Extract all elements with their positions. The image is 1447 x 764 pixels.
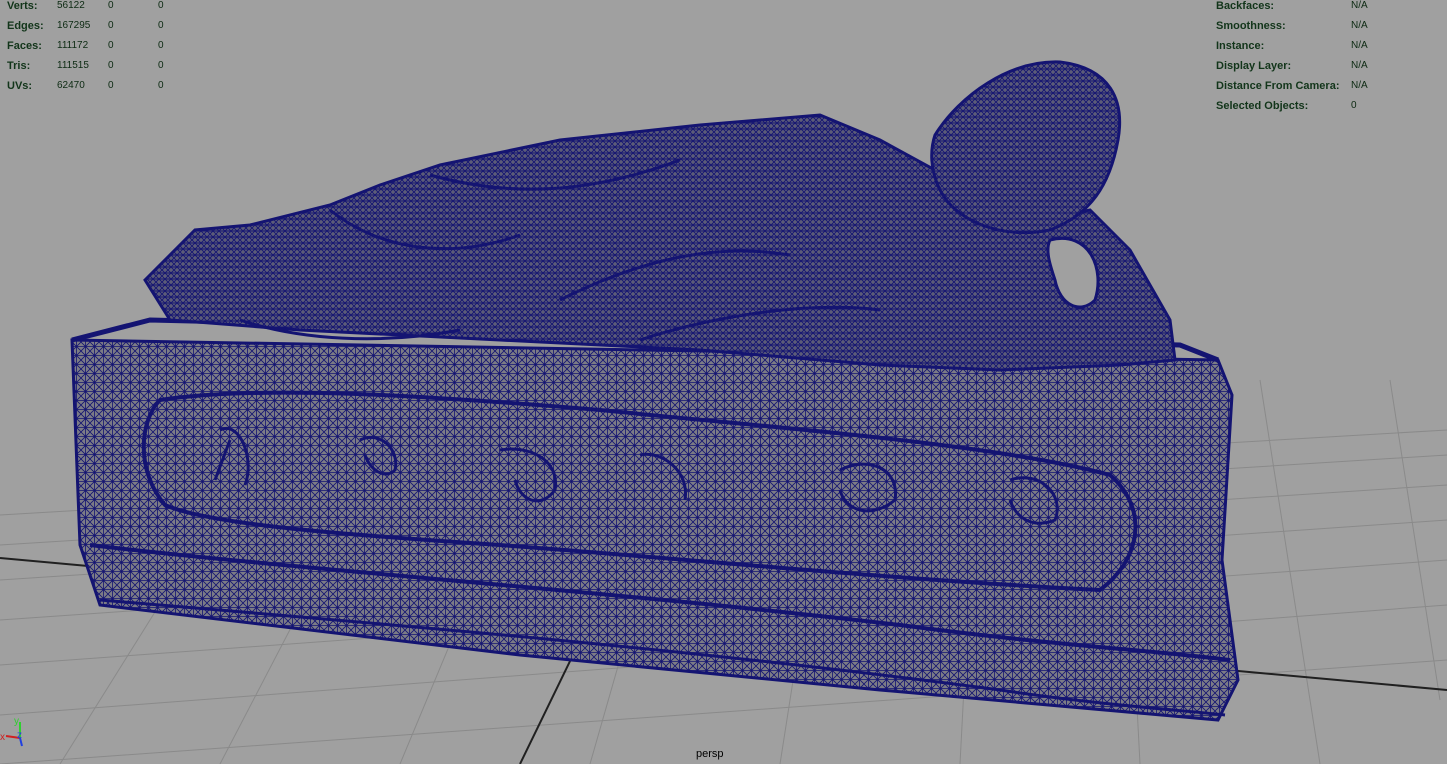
- hud-value: N/A: [1351, 60, 1368, 71]
- hud-label: UVs:: [7, 80, 33, 92]
- hud-value: 56122: [57, 0, 85, 11]
- hud-value: 0: [108, 20, 114, 31]
- persp-viewport[interactable]: Verts: 56122 0 0 Edges: 167295 0 0 Faces…: [0, 0, 1447, 764]
- hud-value: 167295: [57, 20, 91, 31]
- hud-value: 0: [108, 0, 114, 11]
- hud-label: Selected Objects:: [1216, 100, 1309, 112]
- hud-value: N/A: [1351, 40, 1368, 51]
- hud-value: 0: [158, 0, 164, 11]
- axis-z-label: z: [17, 730, 22, 741]
- hud-label: Display Layer:: [1216, 60, 1292, 72]
- hud-value: 111172: [57, 40, 89, 51]
- axis-x-label: x: [0, 732, 5, 743]
- hud-value: 0: [158, 60, 164, 71]
- axis-gizmo-icon: y x z: [0, 716, 23, 747]
- hud-value: N/A: [1351, 20, 1368, 31]
- hud-value: 0: [108, 40, 114, 51]
- hud-label: Verts:: [7, 0, 38, 12]
- hud-value: 0: [158, 80, 164, 91]
- hud-label: Backfaces:: [1216, 0, 1275, 12]
- hud-label: Smoothness:: [1216, 20, 1286, 32]
- hud-value: N/A: [1351, 0, 1368, 11]
- hud-label: Tris:: [7, 60, 31, 72]
- hud-label: Instance:: [1216, 40, 1265, 52]
- hud-value: 0: [158, 20, 164, 31]
- hud-value: 0: [108, 60, 114, 71]
- axis-y-label: y: [14, 716, 19, 727]
- camera-name-label: persp: [696, 748, 724, 760]
- hud-value: 0: [158, 40, 164, 51]
- sculpture-figure-head: [930, 60, 1122, 235]
- hud-value: N/A: [1351, 80, 1368, 91]
- hud-value: 0: [108, 80, 114, 91]
- hud-value: 62470: [57, 80, 85, 91]
- hud-value: 0: [1351, 100, 1357, 111]
- hud-label: Faces:: [7, 40, 42, 52]
- hud-label: Distance From Camera:: [1216, 80, 1340, 92]
- hud-value: 111515: [57, 60, 89, 71]
- hud-label: Edges:: [7, 20, 44, 32]
